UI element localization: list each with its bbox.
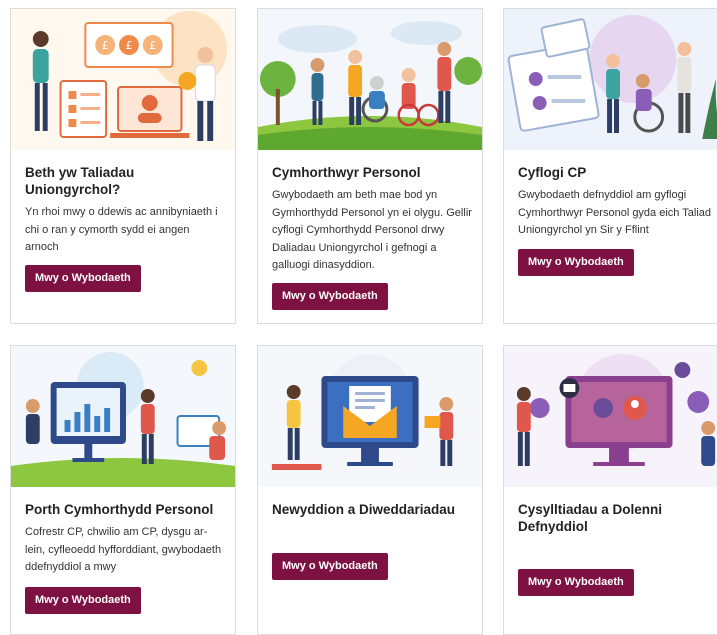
card-title: Cysylltiadau a Dolenni Defnyddiol [518,502,663,534]
more-info-button[interactable]: Mwy o Wybodaeth [272,553,388,580]
card-personal-assistants: Cymhorthwyr Personol Gwybodaeth am beth … [257,8,483,324]
card-direct-payments: £ £ £ Beth yw Taliadau Uniongyrchol? Yn … [10,8,236,324]
card-title: Cyflogi CP [518,165,587,180]
card-news-updates: Newyddion a Diweddariadau Mwy o Wybodaet… [257,345,483,635]
card-description: Yn rhoi mwy o ddewis ac annibyniaeth i c… [25,206,218,253]
links-illustration [504,346,717,487]
card-contacts-links: Cysylltiadau a Dolenni Defnyddiol Mwy o … [503,345,717,635]
money-illustration: £ £ £ [11,9,235,150]
people-park-illustration [258,9,482,150]
more-info-button[interactable]: Mwy o Wybodaeth [25,587,141,614]
card-description: Gwybodaeth am beth mae bod yn Gymhorthyd… [272,189,472,271]
card-title: Cymhorthwyr Personol [272,165,421,180]
card-description: Cofrestr CP, chwilio am CP, dysgu ar-lei… [25,526,222,573]
more-info-button[interactable]: Mwy o Wybodaeth [25,265,141,292]
portal-illustration [11,346,235,487]
svg-text:£: £ [149,39,156,52]
card-title: Porth Cymhorthydd Personol [25,502,214,517]
card-title: Newyddion a Diweddariadau [272,502,456,517]
more-info-button[interactable]: Mwy o Wybodaeth [518,249,634,276]
card-employing-pa: Cyflogi CP Gwybodaeth defnyddiol am gyfl… [503,8,717,324]
news-illustration [258,346,482,487]
card-pa-portal: Porth Cymhorthydd Personol Cofrestr CP, … [10,345,236,635]
svg-text:£: £ [125,39,132,52]
svg-text:£: £ [102,39,109,52]
employ-illustration [504,9,717,150]
more-info-button[interactable]: Mwy o Wybodaeth [272,283,388,310]
card-description: Gwybodaeth defnyddiol am gyflogi Cymhort… [518,189,711,236]
more-info-button[interactable]: Mwy o Wybodaeth [518,569,634,596]
card-title: Beth yw Taliadau Uniongyrchol? [25,165,135,197]
